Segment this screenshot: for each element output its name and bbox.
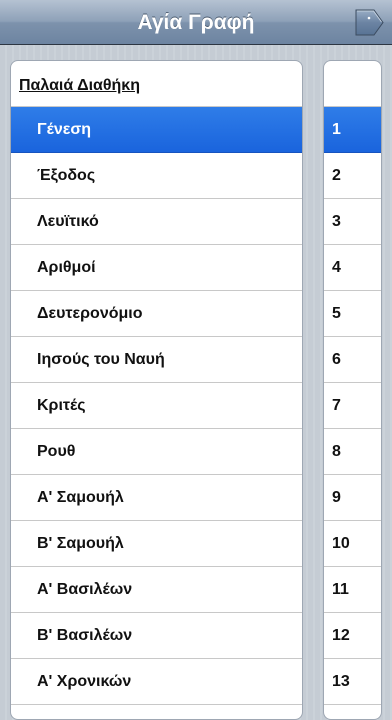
section-title: Παλαιά Διαθήκη <box>19 77 140 94</box>
book-number-item[interactable]: 2 <box>324 153 381 199</box>
book-number-item[interactable]: 1 <box>324 107 381 153</box>
book-row[interactable]: Ιησούς του Ναυή <box>11 337 302 383</box>
book-row[interactable]: Έξοδος <box>11 153 302 199</box>
books-list: Γένεση Έξοδος Λευϊτικό Αριθμοί Δευτερονόμιο Ι… <box>11 107 302 705</box>
book-number-item[interactable]: 6 <box>324 337 381 383</box>
book-index-panel: 1 2 3 4 5 6 7 8 9 10 11 12 13 <box>323 60 382 720</box>
book-row[interactable]: Α' Χρονικών <box>11 659 302 705</box>
section-header: Παλαιά Διαθήκη <box>11 61 302 107</box>
book-number-item[interactable]: 11 <box>324 567 381 613</box>
navigation-bar: Αγία Γραφή <box>0 0 392 45</box>
book-row[interactable]: Β' Βασιλέων <box>11 613 302 659</box>
book-number-item[interactable]: 3 <box>324 199 381 245</box>
book-number-item[interactable]: 9 <box>324 475 381 521</box>
book-number-item[interactable]: 4 <box>324 245 381 291</box>
book-number-item[interactable]: 8 <box>324 429 381 475</box>
book-number-item[interactable]: 7 <box>324 383 381 429</box>
book-number-item[interactable]: 5 <box>324 291 381 337</box>
book-row[interactable]: Δευτερονόμιο <box>11 291 302 337</box>
book-number-list: 1 2 3 4 5 6 7 8 9 10 11 12 13 <box>324 107 381 705</box>
book-row[interactable]: Α' Σαμουήλ <box>11 475 302 521</box>
book-number-item[interactable]: 10 <box>324 521 381 567</box>
book-row[interactable]: Γένεση <box>11 107 302 153</box>
book-row[interactable]: Αριθμοί <box>11 245 302 291</box>
books-list-panel: Παλαιά Διαθήκη Γένεση Έξοδος Λευϊτικό Αριθμ… <box>10 60 303 720</box>
index-header <box>324 61 381 107</box>
page-title: Αγία Γραφή <box>137 11 255 34</box>
page-fold-button[interactable] <box>354 9 384 36</box>
book-number-item[interactable]: 12 <box>324 613 381 659</box>
book-row[interactable]: Κριτές <box>11 383 302 429</box>
book-number-item[interactable]: 13 <box>324 659 381 705</box>
page-fold-icon <box>355 9 384 36</box>
book-row[interactable]: Ρουθ <box>11 429 302 475</box>
book-row[interactable]: Α' Βασιλέων <box>11 567 302 613</box>
book-row[interactable]: Λευϊτικό <box>11 199 302 245</box>
book-row[interactable]: Β' Σαμουήλ <box>11 521 302 567</box>
